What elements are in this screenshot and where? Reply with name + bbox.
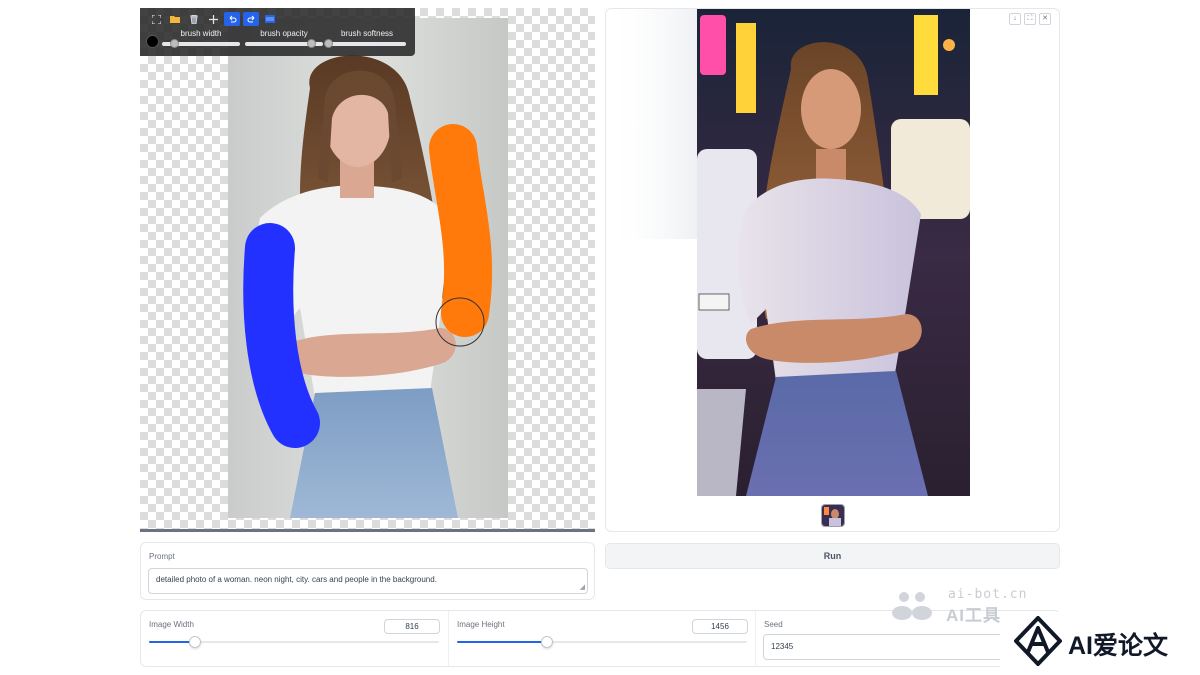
image-width-input[interactable]: 816: [384, 619, 440, 634]
prompt-panel: Prompt detailed photo of a woman. neon n…: [140, 542, 595, 600]
undo-icon[interactable]: [224, 12, 240, 26]
brush-opacity-slider[interactable]: brush opacity: [245, 29, 323, 46]
editor-canvas[interactable]: [140, 8, 595, 532]
neon-sign-yellow: [736, 23, 756, 113]
thumbnail-image: [822, 505, 845, 527]
orange-brush-stroke: [453, 148, 468, 313]
folder-icon[interactable]: [167, 12, 183, 26]
output-thumbnail[interactable]: [821, 504, 845, 527]
fullscreen-icon[interactable]: ⛶: [1024, 13, 1036, 25]
seed-label: Seed: [764, 620, 783, 629]
image-editor[interactable]: brush width brush opacity brush softness: [140, 8, 595, 532]
brand-name: AI爱论文: [1068, 626, 1168, 662]
brush-softness-track[interactable]: [328, 42, 406, 46]
brush-toolbar: brush width brush opacity brush softness: [140, 8, 415, 56]
run-button[interactable]: Run: [605, 543, 1060, 569]
license-plate: [699, 294, 729, 310]
brush-width-label: brush width: [162, 29, 240, 38]
neon-sign-left: [700, 15, 726, 75]
face-output: [801, 69, 861, 149]
image-height-slider-thumb[interactable]: [541, 636, 553, 648]
image-width-control: Image Width 816: [141, 611, 447, 666]
layers-icon[interactable]: [262, 12, 278, 26]
jeans: [290, 388, 458, 518]
ghost-image-fade: [606, 9, 698, 239]
fullscreen-icon[interactable]: [148, 12, 164, 26]
blue-brush-stroke: [268, 248, 295, 423]
watermark-site-name: ai-bot.cn: [948, 587, 1027, 602]
image-height-input[interactable]: 1456: [692, 619, 748, 634]
brush-width-slider[interactable]: brush width: [162, 29, 240, 46]
output-controls: ↓ ⛶ ✕: [1009, 13, 1051, 25]
move-icon[interactable]: [205, 12, 221, 26]
jeans-output: [746, 371, 928, 496]
close-icon[interactable]: ✕: [1039, 13, 1051, 25]
image-width-slider[interactable]: [149, 641, 439, 643]
prompt-input[interactable]: detailed photo of a woman. neon night, c…: [148, 568, 588, 594]
brush-color-swatch[interactable]: [146, 35, 159, 48]
brush-softness-label: brush softness: [328, 29, 406, 38]
download-icon[interactable]: ↓: [1009, 13, 1021, 25]
tool-icons: [148, 12, 278, 26]
image-width-slider-thumb[interactable]: [189, 636, 201, 648]
output-image: [606, 9, 1060, 532]
street-light: [943, 39, 955, 51]
prompt-label: Prompt: [149, 552, 175, 561]
brush-softness-thumb[interactable]: [324, 39, 333, 48]
image-height-control: Image Height 1456: [448, 611, 754, 666]
watermark-site-subtitle: AI工具: [946, 601, 1001, 626]
brush-opacity-thumb[interactable]: [307, 39, 316, 48]
brand-watermark: AI爱论文: [1000, 612, 1200, 675]
image-width-label: Image Width: [149, 620, 194, 629]
image-height-slider[interactable]: [457, 641, 747, 643]
brush-opacity-track[interactable]: [245, 42, 323, 46]
prompt-text: detailed photo of a woman. neon night, c…: [156, 575, 437, 584]
resize-grip-icon[interactable]: ◢: [580, 584, 585, 591]
seed-input[interactable]: 12345: [763, 634, 1003, 660]
brush-width-track[interactable]: [162, 42, 240, 46]
brush-opacity-label: brush opacity: [245, 29, 323, 38]
output-panel: ↓ ⛶ ✕: [605, 8, 1060, 532]
brand-logo-icon: [1014, 616, 1062, 666]
watermark-logo-icon: [890, 587, 940, 621]
trash-icon[interactable]: [186, 12, 202, 26]
redo-icon[interactable]: [243, 12, 259, 26]
neon-sign-right: [914, 15, 938, 95]
image-height-label: Image Height: [457, 620, 505, 629]
image-height-slider-fill: [457, 641, 547, 643]
brush-width-thumb[interactable]: [170, 39, 179, 48]
brush-softness-slider[interactable]: brush softness: [328, 29, 406, 46]
